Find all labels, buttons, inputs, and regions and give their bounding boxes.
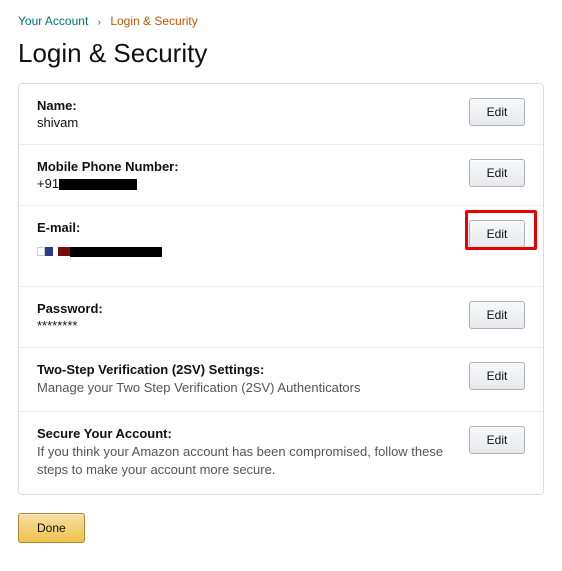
edit-phone-button[interactable]: Edit [469, 159, 525, 187]
row-twostep: Two-Step Verification (2SV) Settings: Ma… [19, 348, 543, 412]
breadcrumb-separator: › [98, 17, 101, 28]
phone-label: Mobile Phone Number: [37, 159, 449, 174]
edit-twostep-button[interactable]: Edit [469, 362, 525, 390]
email-strip-red [58, 247, 70, 256]
secure-label: Secure Your Account: [37, 426, 449, 441]
phone-redacted [59, 179, 137, 190]
breadcrumb: Your Account › Login & Security [18, 14, 544, 28]
email-redacted [70, 247, 162, 257]
breadcrumb-parent-link[interactable]: Your Account [18, 14, 88, 28]
twostep-desc: Manage your Two Step Verification (2SV) … [37, 379, 449, 397]
email-label: E-mail: [37, 220, 449, 235]
phone-prefix: +91 [37, 176, 59, 191]
email-strip-blue [45, 247, 53, 256]
row-email: E-mail: Edit [19, 206, 543, 287]
login-security-settings: Name: shivam Edit Mobile Phone Number: +… [18, 83, 544, 495]
done-button[interactable]: Done [18, 513, 85, 543]
edit-password-button[interactable]: Edit [469, 301, 525, 329]
password-label: Password: [37, 301, 449, 316]
row-secure: Secure Your Account: If you think your A… [19, 412, 543, 493]
twostep-label: Two-Step Verification (2SV) Settings: [37, 362, 449, 377]
row-password: Password: ******** Edit [19, 287, 543, 348]
phone-value: +91 [37, 176, 449, 191]
row-phone: Mobile Phone Number: +91 Edit [19, 145, 543, 206]
edit-email-button[interactable]: Edit [469, 220, 525, 248]
name-value: shivam [37, 115, 449, 130]
name-label: Name: [37, 98, 449, 113]
password-value: ******** [37, 318, 449, 333]
secure-desc: If you think your Amazon account has bee… [37, 443, 449, 479]
email-value [37, 243, 449, 258]
edit-secure-button[interactable]: Edit [469, 426, 525, 454]
email-strip-white [37, 247, 45, 256]
row-name: Name: shivam Edit [19, 84, 543, 145]
edit-name-button[interactable]: Edit [469, 98, 525, 126]
breadcrumb-current: Login & Security [110, 14, 197, 28]
page-title: Login & Security [18, 38, 544, 69]
